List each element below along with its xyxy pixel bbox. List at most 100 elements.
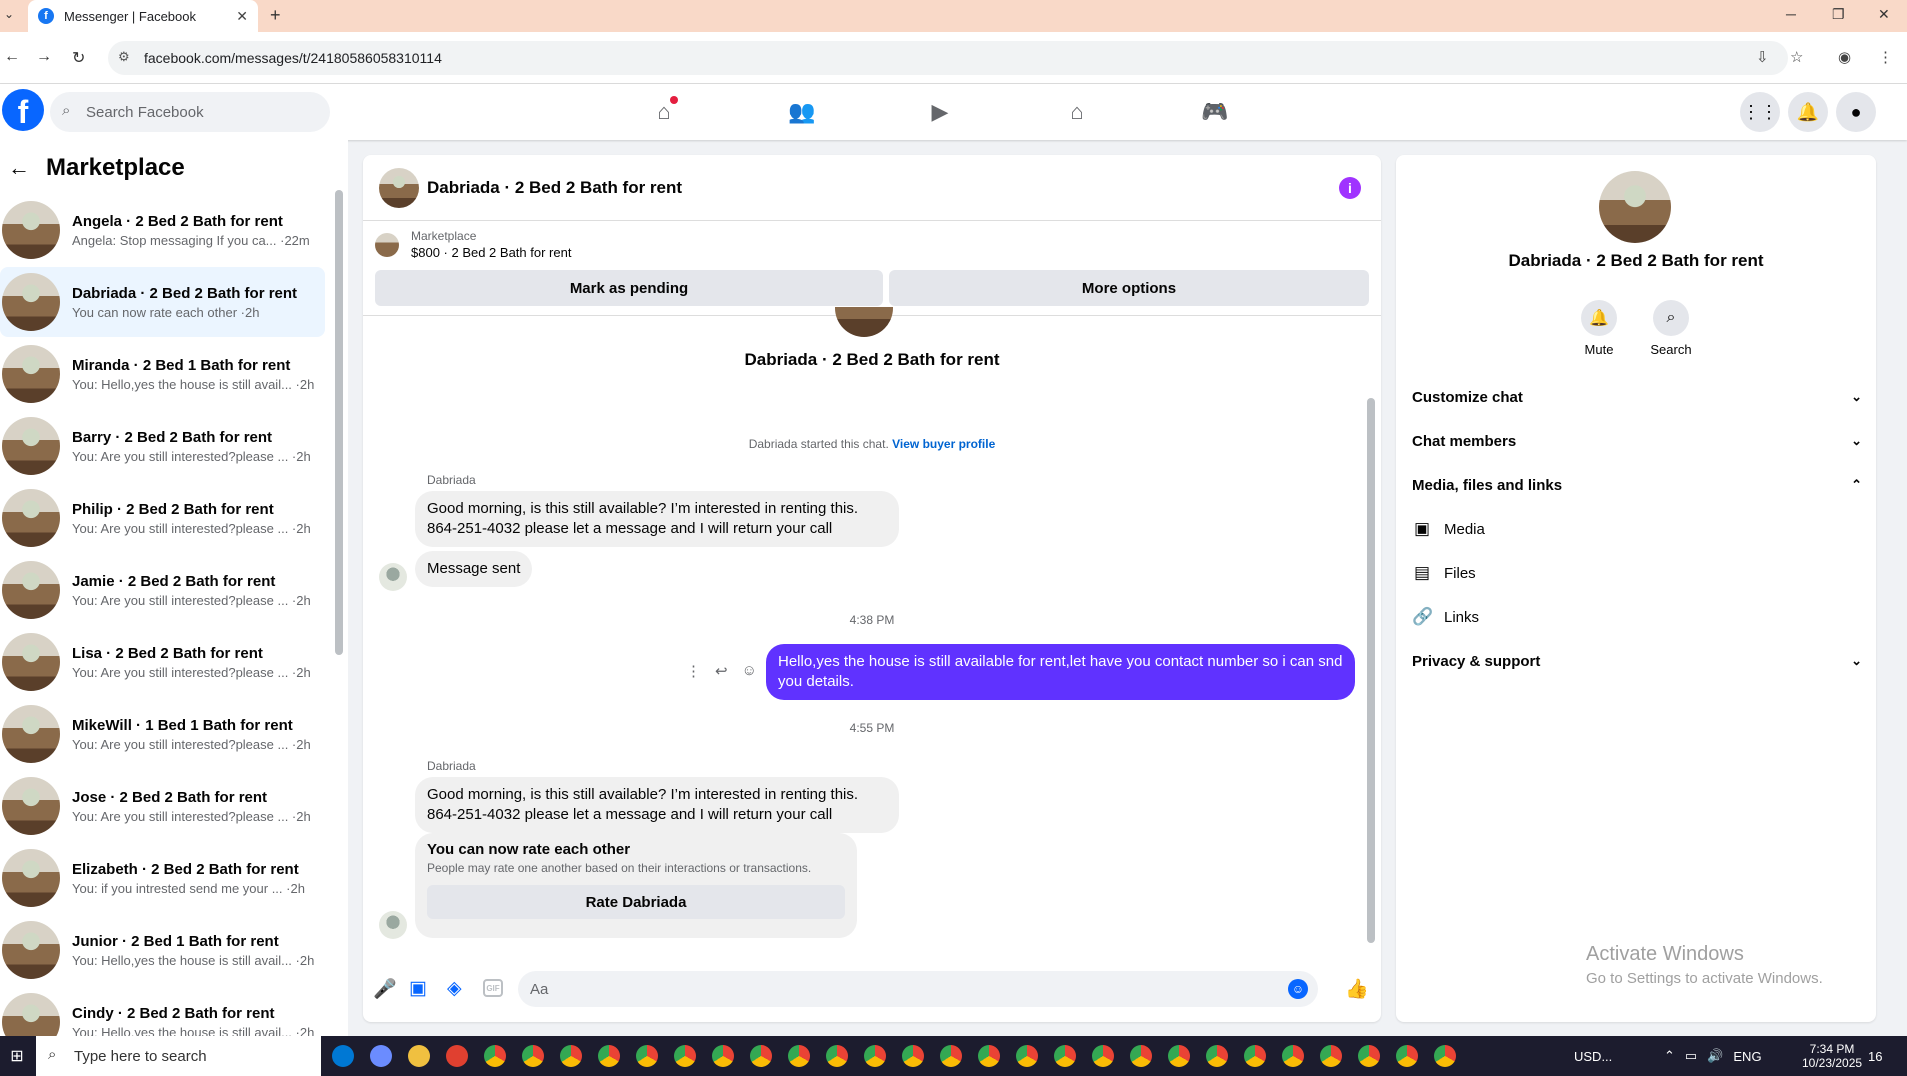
taskbar-app-icon[interactable] xyxy=(750,1045,772,1067)
chat-members-row[interactable]: Chat members ⌄ xyxy=(1412,421,1862,461)
forward-icon[interactable]: → xyxy=(36,48,52,66)
conversation-item[interactable]: Dabriada · 2 Bed 2 Bath for rent You can … xyxy=(0,267,325,337)
account-avatar[interactable]: ● xyxy=(1836,92,1876,132)
sender-avatar[interactable] xyxy=(379,563,407,591)
install-icon[interactable]: ⇩ xyxy=(1756,48,1769,66)
stock-widget[interactable]: USD... xyxy=(1574,1036,1612,1076)
taskbar-app-icon[interactable] xyxy=(636,1045,658,1067)
taskbar-app-icon[interactable] xyxy=(1130,1045,1152,1067)
taskbar-app-icon[interactable] xyxy=(978,1045,1000,1067)
menu-icon[interactable]: ⋮ xyxy=(1878,48,1893,66)
message-input[interactable]: Aa ☺ xyxy=(518,971,1318,1007)
emoji-icon[interactable]: ☺ xyxy=(1288,979,1308,999)
more-options-button[interactable]: More options xyxy=(889,270,1369,306)
chat-avatar[interactable] xyxy=(379,167,419,208)
profile-icon[interactable]: ◉ xyxy=(1838,48,1851,66)
tab-list-icon[interactable]: ⌄ xyxy=(4,7,14,21)
restore-icon[interactable]: ❐ xyxy=(1832,6,1845,23)
sticker-icon[interactable]: ◈ xyxy=(447,977,462,1000)
taskbar-app-icon[interactable] xyxy=(408,1045,430,1067)
search-button[interactable]: ⌕ Search xyxy=(1646,300,1696,357)
notifications-bell-icon[interactable]: 🔔 xyxy=(1788,92,1828,132)
conversation-item[interactable]: Jose · 2 Bed 2 Bath for rent You: Are you… xyxy=(0,771,325,841)
message-bubble[interactable]: Good morning, is this still available? I… xyxy=(415,777,899,833)
home-icon[interactable]: ⌂ xyxy=(644,96,684,128)
clock[interactable]: 7:34 PM 10/23/2025 xyxy=(1802,1036,1862,1076)
conversation-item[interactable]: Angela · 2 Bed 2 Bath for rent Angela: St… xyxy=(0,195,325,265)
taskbar-app-icon[interactable] xyxy=(332,1045,354,1067)
url-field[interactable]: facebook.com/messages/t/2418058605831011… xyxy=(108,41,1788,75)
taskbar-app-icon[interactable] xyxy=(446,1045,468,1067)
volume-icon[interactable]: 🔊 xyxy=(1707,1048,1723,1064)
taskbar-search[interactable]: ⌕ Type here to search xyxy=(36,1036,321,1076)
site-info-icon[interactable]: ⚙ xyxy=(118,49,130,65)
menu-grid-icon[interactable]: ⋮⋮ xyxy=(1740,92,1780,132)
minimize-icon[interactable]: ─ xyxy=(1786,6,1796,22)
links-row[interactable]: 🔗 Links xyxy=(1412,597,1479,637)
friends-icon[interactable]: 👥 xyxy=(782,96,822,128)
media-row[interactable]: ▣ Media xyxy=(1412,509,1485,549)
gaming-icon[interactable]: 🎮 xyxy=(1195,96,1235,128)
gif-icon[interactable]: GIF xyxy=(483,979,503,997)
close-window-icon[interactable]: ✕ xyxy=(1878,6,1890,23)
media-files-links-row[interactable]: Media, files and links ⌃ xyxy=(1412,465,1862,505)
taskbar-app-icon[interactable] xyxy=(1282,1045,1304,1067)
customize-chat-row[interactable]: Customize chat ⌄ xyxy=(1412,377,1862,417)
new-tab-icon[interactable]: + xyxy=(270,5,281,26)
taskbar-app-icon[interactable] xyxy=(370,1045,392,1067)
taskbar-app-icon[interactable] xyxy=(826,1045,848,1067)
facebook-logo-icon[interactable]: f xyxy=(2,89,44,131)
info-icon[interactable]: i xyxy=(1339,177,1361,199)
taskbar-app-icon[interactable] xyxy=(522,1045,544,1067)
windows-start-icon[interactable]: ⊞ xyxy=(0,1036,34,1076)
reply-icon[interactable]: ↩ xyxy=(715,662,728,680)
rate-button[interactable]: Rate Dabriada xyxy=(427,885,845,919)
taskbar-app-icon[interactable] xyxy=(1396,1045,1418,1067)
taskbar-app-icon[interactable] xyxy=(864,1045,886,1067)
taskbar-app-icon[interactable] xyxy=(1168,1045,1190,1067)
more-icon[interactable]: ⋮ xyxy=(686,662,701,680)
my-message-bubble[interactable]: Hello,yes the house is still available f… xyxy=(766,644,1355,700)
back-icon[interactable]: ← xyxy=(4,48,20,66)
conversation-item[interactable]: Jamie · 2 Bed 2 Bath for rent You: Are yo… xyxy=(0,555,325,625)
facebook-search-input[interactable]: ⌕ Search Facebook xyxy=(50,92,330,132)
taskbar-app-icon[interactable] xyxy=(1206,1045,1228,1067)
marketplace-icon[interactable]: ⌂ xyxy=(1057,96,1097,128)
taskbar-app-icon[interactable] xyxy=(1434,1045,1456,1067)
taskbar-app-icon[interactable] xyxy=(674,1045,696,1067)
sidebar-scrollbar[interactable] xyxy=(335,190,343,655)
language-indicator[interactable]: ENG xyxy=(1733,1049,1761,1064)
react-icon[interactable]: ☺ xyxy=(742,662,757,680)
message-bubble[interactable]: Good morning, is this still available? I… xyxy=(415,491,899,547)
taskbar-app-icon[interactable] xyxy=(560,1045,582,1067)
conversation-item[interactable]: Lisa · 2 Bed 2 Bath for rent You: Are you… xyxy=(0,627,325,697)
chat-title[interactable]: Dabriada · 2 Bed 2 Bath for rent xyxy=(427,178,682,198)
close-tab-icon[interactable]: ✕ xyxy=(236,8,248,25)
taskbar-app-icon[interactable] xyxy=(712,1045,734,1067)
mute-button[interactable]: 🔔 Mute xyxy=(1574,300,1624,357)
photo-icon[interactable]: ▣ xyxy=(409,977,427,1000)
taskbar-app-icon[interactable] xyxy=(1320,1045,1342,1067)
mark-as-pending-button[interactable]: Mark as pending xyxy=(375,270,883,306)
details-avatar[interactable] xyxy=(1599,171,1671,243)
chat-scrollbar[interactable] xyxy=(1367,398,1375,943)
sender-avatar[interactable] xyxy=(379,911,407,939)
back-arrow-icon[interactable]: ← xyxy=(8,155,30,181)
conversation-item[interactable]: Elizabeth · 2 Bed 2 Bath for rent You: if… xyxy=(0,843,325,913)
listing-thumbnail[interactable] xyxy=(375,232,399,257)
message-sent-bubble[interactable]: Message sent xyxy=(415,551,533,587)
notification-center-icon[interactable]: 16 xyxy=(1868,1036,1882,1076)
bookmark-star-icon[interactable]: ☆ xyxy=(1790,48,1803,66)
microphone-icon[interactable]: 🎤 xyxy=(373,977,397,1001)
taskbar-app-icon[interactable] xyxy=(1358,1045,1380,1067)
conversation-item[interactable]: MikeWill · 1 Bed 1 Bath for rent You: Are… xyxy=(0,699,325,769)
taskbar-app-icon[interactable] xyxy=(940,1045,962,1067)
like-icon[interactable]: 👍 xyxy=(1345,977,1369,1001)
taskbar-app-icon[interactable] xyxy=(484,1045,506,1067)
conversation-item[interactable]: Barry · 2 Bed 2 Bath for rent You: Are yo… xyxy=(0,411,325,481)
taskbar-app-icon[interactable] xyxy=(1054,1045,1076,1067)
conversation-item[interactable]: Junior · 2 Bed 1 Bath for rent You: Hello… xyxy=(0,915,325,985)
taskbar-app-icon[interactable] xyxy=(788,1045,810,1067)
reload-icon[interactable]: ↻ xyxy=(72,48,85,68)
network-icon[interactable]: ▭ xyxy=(1685,1048,1697,1064)
